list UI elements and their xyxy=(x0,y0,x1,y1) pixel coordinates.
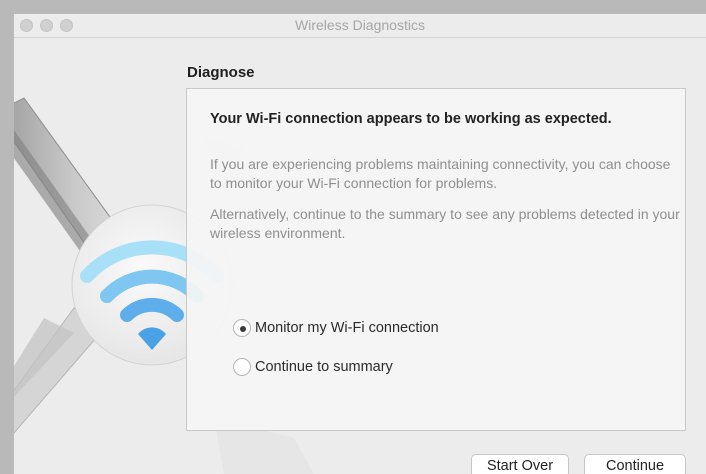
summary-radio[interactable] xyxy=(233,358,251,376)
monitor-radio[interactable] xyxy=(233,319,251,337)
section-title: Diagnose xyxy=(187,64,255,81)
monitor-option-label[interactable]: Monitor my Wi-Fi connection xyxy=(255,320,439,336)
wireless-diagnostics-window: Wireless Diagnostics Diagnose Your Wi-Fi… xyxy=(14,14,706,474)
title-bar: Wireless Diagnostics xyxy=(14,14,706,38)
summary-option-label[interactable]: Continue to summary xyxy=(255,359,393,375)
monitor-description: If you are experiencing problems maintai… xyxy=(210,156,671,191)
monitor-option[interactable]: Monitor my Wi-Fi connection xyxy=(233,319,439,337)
summary-description: Alternatively, continue to the summary t… xyxy=(210,206,680,241)
status-heading: Your Wi-Fi connection appears to be work… xyxy=(210,111,612,127)
diagnose-panel: Your Wi-Fi connection appears to be work… xyxy=(186,88,686,431)
start-over-button[interactable]: Start Over xyxy=(471,454,569,474)
continue-button[interactable]: Continue xyxy=(584,454,686,474)
summary-option[interactable]: Continue to summary xyxy=(233,358,393,376)
window-title: Wireless Diagnostics xyxy=(295,17,425,33)
